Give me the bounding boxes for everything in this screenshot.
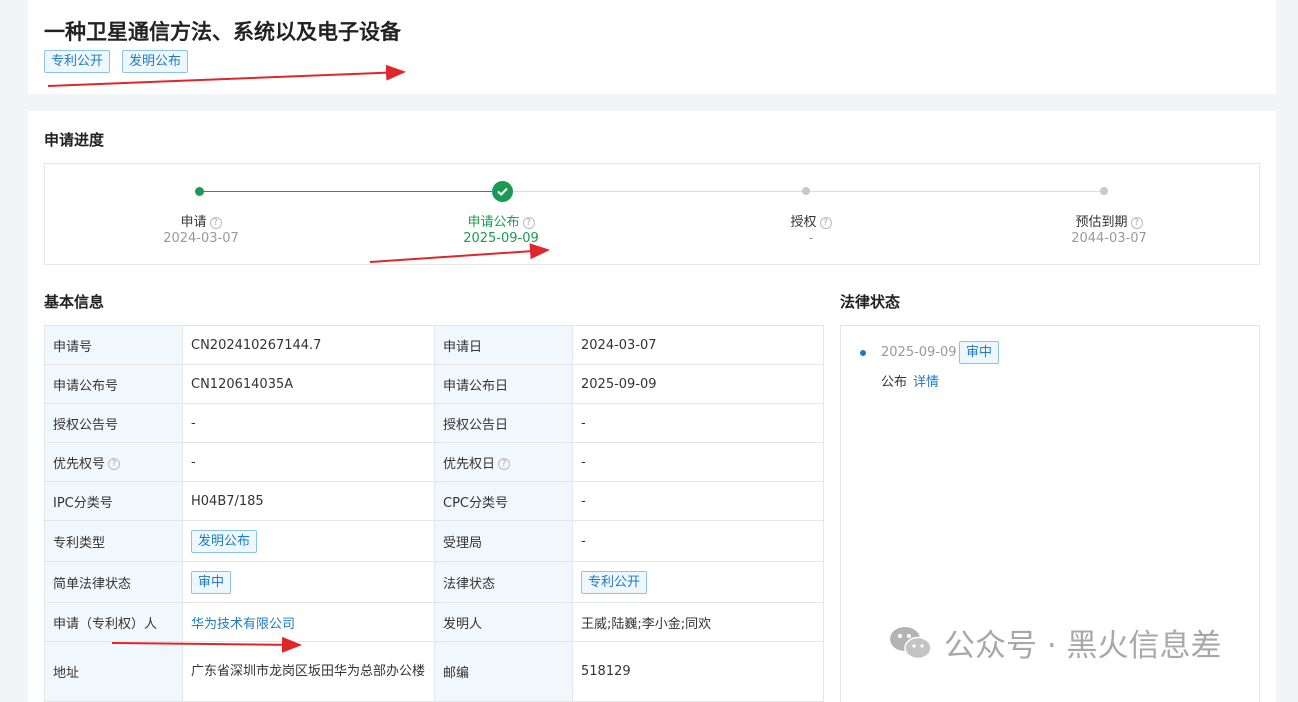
value-applicant: 华为技术有限公司: [182, 602, 435, 642]
label-application-no: 申请号: [44, 325, 183, 365]
label-priority-date: 优先权日?: [434, 442, 573, 482]
legal-status-tag[interactable]: 专利公开: [581, 570, 648, 594]
tag-invention-publication[interactable]: 发明公布: [122, 50, 189, 73]
basic-info-table: 申请号 CN202410267144.7 申请日 2024-03-07 申请公布…: [44, 325, 824, 702]
value-application-no: CN202410267144.7: [182, 325, 435, 365]
wechat-watermark: 公众号 · 黑火信息差: [888, 620, 1222, 665]
label-inventor: 发明人: [434, 602, 573, 642]
applicant-link[interactable]: 华为技术有限公司: [191, 617, 295, 632]
step-expiry-label: 预估到期: [1075, 215, 1128, 230]
table-row: 申请公布号 CN120614035A 申请公布日 2025-09-09: [44, 364, 824, 404]
table-row: IPC分类号 H04B7/185 CPC分类号 -: [44, 481, 824, 521]
label-patent-type: 专利类型: [44, 520, 183, 562]
step-expiry: 预估到期?: [1029, 211, 1189, 230]
value-cpc: -: [572, 481, 824, 521]
step-grant: 授权?: [731, 211, 891, 230]
step-publication: 申请公布?: [421, 211, 581, 230]
timeline-dot: [860, 350, 866, 356]
value-priority-date: -: [572, 442, 824, 482]
question-icon[interactable]: ?: [522, 216, 535, 229]
value-priority-no: -: [182, 442, 435, 482]
legal-entry-detail-link[interactable]: 详情: [913, 371, 939, 390]
step-grant-label: 授权: [790, 215, 817, 230]
step-dot-grant: [802, 187, 810, 195]
value-address: 广东省深圳市龙岗区坂田华为总部办公楼: [182, 641, 435, 702]
label-grant-no: 授权公告号: [44, 403, 183, 443]
label-cpc: CPC分类号: [434, 481, 573, 521]
value-patent-type: 发明公布: [182, 520, 435, 562]
table-row: 地址 广东省深圳市龙岗区坂田华为总部办公楼 邮编 518129: [44, 641, 824, 702]
patent-header: 一种卫星通信方法、系统以及电子设备 专利公开 发明公布: [28, 0, 1276, 94]
step-expiry-date: 2044-03-07: [1071, 231, 1147, 246]
progress-timeline: 申请? 2024-03-07 申请公布? 2025-09-09 授权? - 预估…: [44, 163, 1260, 265]
legal-status-title: 法律状态: [840, 293, 901, 311]
label-simple-legal-status: 简单法律状态: [44, 561, 183, 603]
legal-entry-event: 公布: [881, 375, 908, 390]
label-priority-no-text: 优先权号: [53, 456, 106, 472]
value-ipc: H04B7/185: [182, 481, 435, 521]
step-publication-date: 2025-09-09: [463, 231, 539, 246]
label-receiving-office: 受理局: [434, 520, 573, 562]
progress-section-title: 申请进度: [44, 131, 105, 149]
step-publication-label: 申请公布: [467, 215, 520, 230]
value-postcode: 518129: [572, 641, 824, 702]
label-grant-date: 授权公告日: [434, 403, 573, 443]
label-priority-date-text: 优先权日: [443, 456, 496, 472]
value-inventor: 王威;陆巍;李小金;同欢: [572, 602, 824, 642]
question-icon[interactable]: ?: [209, 216, 222, 229]
value-publication-no: CN120614035A: [182, 364, 435, 404]
label-priority-no: 优先权号?: [44, 442, 183, 482]
patent-detail-panel: 申请进度 申请? 2024-03-07 申请公布? 2025-09-09 授权?…: [28, 111, 1276, 702]
step-dot-apply: [195, 187, 204, 196]
basic-info-title: 基本信息: [44, 293, 105, 311]
tag-patent-public[interactable]: 专利公开: [44, 50, 111, 73]
step-apply-label: 申请: [180, 215, 207, 230]
value-grant-date: -: [572, 403, 824, 443]
value-grant-no: -: [182, 403, 435, 443]
question-icon[interactable]: ?: [1130, 216, 1143, 229]
step-apply-date: 2024-03-07: [163, 231, 239, 246]
step-dot-expiry: [1100, 187, 1108, 195]
table-row: 简单法律状态 审中 法律状态 专利公开: [44, 561, 824, 603]
table-row: 授权公告号 - 授权公告日 -: [44, 403, 824, 443]
value-application-date: 2024-03-07: [572, 325, 824, 365]
value-legal-status: 专利公开: [572, 561, 824, 603]
watermark-text: 公众号 · 黑火信息差: [944, 628, 1222, 664]
check-icon: [492, 181, 513, 202]
label-publication-date: 申请公布日: [434, 364, 573, 404]
table-row: 申请（专利权）人 华为技术有限公司 发明人 王威;陆巍;李小金;同欢: [44, 602, 824, 642]
label-legal-status: 法律状态: [434, 561, 573, 603]
label-application-date: 申请日: [434, 325, 573, 365]
legal-entry-badge[interactable]: 审中: [959, 341, 1000, 364]
label-ipc: IPC分类号: [44, 481, 183, 521]
patent-type-tag[interactable]: 发明公布: [191, 529, 258, 553]
step-grant-date: -: [808, 231, 814, 246]
question-icon[interactable]: ?: [108, 458, 121, 470]
label-postcode: 邮编: [434, 641, 573, 702]
value-publication-date: 2025-09-09: [572, 364, 824, 404]
question-icon[interactable]: ?: [498, 458, 511, 470]
simple-legal-status-tag[interactable]: 审中: [191, 570, 232, 594]
value-receiving-office: -: [572, 520, 824, 562]
value-simple-legal-status: 审中: [182, 561, 435, 603]
step-apply: 申请?: [121, 211, 281, 230]
label-applicant: 申请（专利权）人: [44, 602, 183, 642]
table-row: 申请号 CN202410267144.7 申请日 2024-03-07: [44, 325, 824, 365]
progress-line-done: [199, 191, 503, 192]
label-publication-no: 申请公布号: [44, 364, 183, 404]
wechat-icon: [888, 623, 934, 663]
table-row: 优先权号? - 优先权日? -: [44, 442, 824, 482]
page-title: 一种卫星通信方法、系统以及电子设备: [44, 20, 401, 44]
legal-entry-date: 2025-09-09: [881, 345, 957, 360]
question-icon[interactable]: ?: [819, 216, 832, 229]
label-address: 地址: [44, 641, 183, 702]
table-row: 专利类型 发明公布 受理局 -: [44, 520, 824, 562]
